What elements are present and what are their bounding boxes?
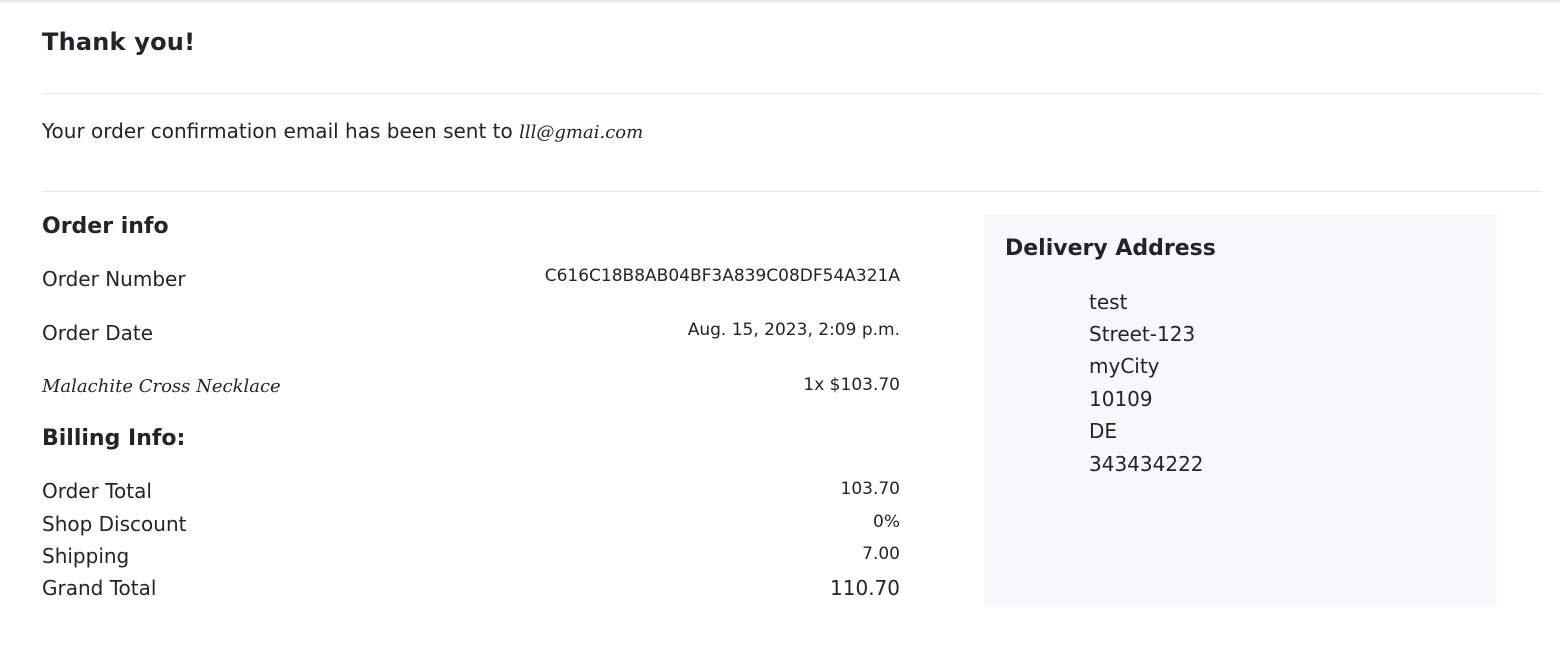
order-total-label: Order Total (42, 479, 152, 503)
address-line-country: DE (1089, 419, 1118, 443)
order-total-value: 103.70 (840, 479, 900, 499)
shop-discount-label: Shop Discount (42, 512, 187, 536)
shop-discount-value: 0% (873, 512, 900, 532)
address-line-zip: 10109 (1089, 387, 1153, 411)
order-item-name: Malachite Cross Necklace (42, 376, 281, 397)
grand-total-row: Grand Total 110.70 (42, 576, 900, 606)
shipping-label: Shipping (42, 544, 130, 568)
page-title: Thank you! (42, 28, 196, 56)
grand-total-label: Grand Total (42, 576, 157, 600)
delivery-address-card: Delivery Address test Street-123 myCity … (984, 214, 1497, 606)
order-number-value: C616C18B8AB04BF3A839C08DF54A321A (544, 266, 900, 286)
address-line-city: myCity (1089, 354, 1160, 378)
order-item-qty-price: 1x $103.70 (803, 375, 900, 395)
shop-discount-row: Shop Discount 0% (42, 512, 900, 542)
divider (42, 191, 1542, 192)
address-line-street: Street-123 (1089, 322, 1196, 346)
order-number-label: Order Number (42, 267, 186, 291)
order-total-row: Order Total 103.70 (42, 479, 900, 509)
order-item-row: Malachite Cross Necklace 1x $103.70 (42, 375, 900, 406)
address-line-name: test (1089, 290, 1128, 314)
confirmation-message: Your order confirmation email has been s… (42, 119, 643, 143)
divider (42, 93, 1542, 94)
billing-info-title: Billing Info: (42, 426, 186, 451)
shipping-value: 7.00 (862, 544, 900, 564)
address-line-phone: 343434222 (1089, 452, 1204, 476)
top-shadow (0, 0, 1560, 4)
order-date-value: Aug. 15, 2023, 2:09 p.m. (687, 320, 900, 340)
order-number-row: Order Number C616C18B8AB04BF3A839C08DF54… (42, 266, 900, 297)
confirmation-email: lll@gmai.com (519, 122, 644, 143)
delivery-address-title: Delivery Address (1005, 236, 1216, 261)
confirmation-text: Your order confirmation email has been s… (42, 119, 520, 143)
order-info-title: Order info (42, 214, 169, 239)
order-date-label: Order Date (42, 321, 153, 345)
shipping-row: Shipping 7.00 (42, 544, 900, 574)
grand-total-value: 110.70 (830, 576, 900, 600)
order-date-row: Order Date Aug. 15, 2023, 2:09 p.m. (42, 320, 900, 351)
